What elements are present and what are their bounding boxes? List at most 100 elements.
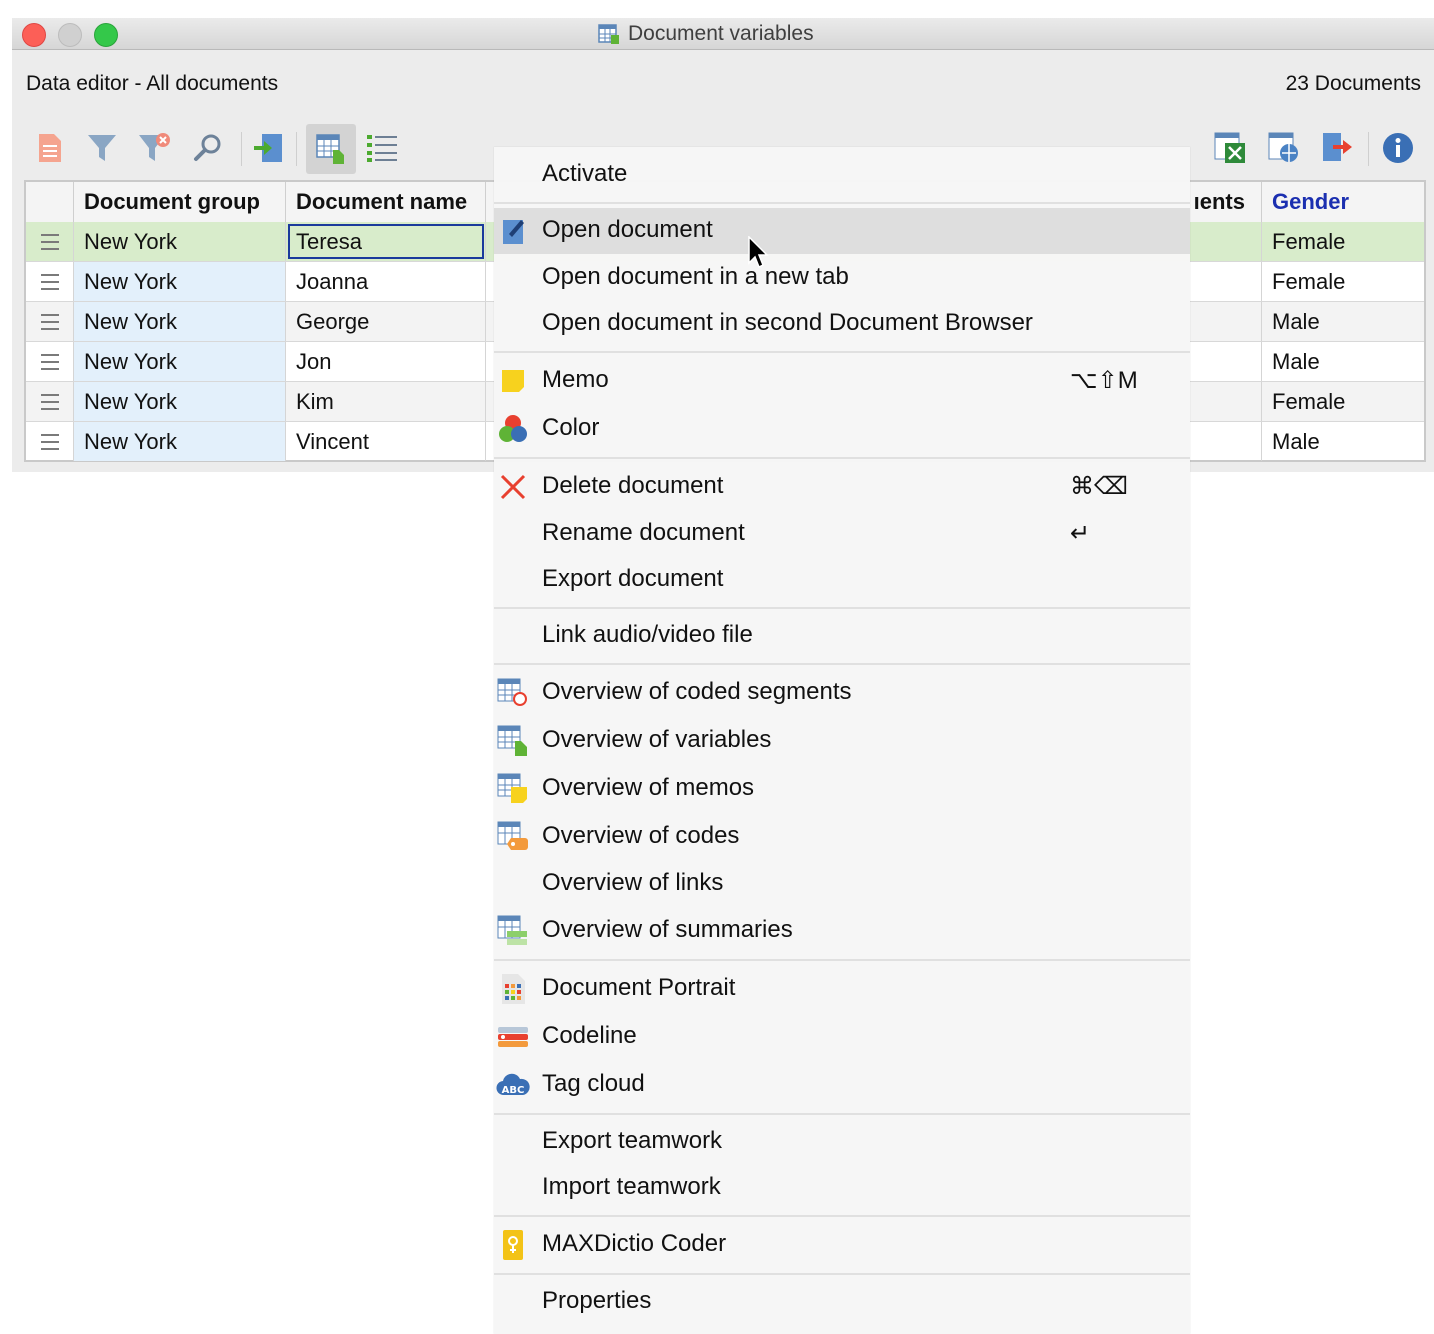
menu-item-overview-codes[interactable]: Overview of codes <box>494 814 1190 860</box>
drag-handle-icon[interactable] <box>26 262 74 301</box>
info-icon[interactable] <box>1380 130 1416 166</box>
drag-handle-icon[interactable] <box>26 302 74 341</box>
cell-document-group[interactable]: New York <box>74 262 286 301</box>
menu-label: Overview of coded segments <box>542 678 852 705</box>
cell-document-group[interactable]: New York <box>74 422 286 461</box>
menu-label: Import teamwork <box>542 1173 721 1200</box>
cell-gender[interactable]: Male <box>1262 302 1424 341</box>
menu-item-codeline[interactable]: Codeline <box>494 1014 1190 1060</box>
drag-handle-icon[interactable] <box>26 422 74 461</box>
export-html-icon[interactable] <box>1266 130 1302 166</box>
table-icon <box>598 24 619 44</box>
header-gender[interactable]: Gender <box>1262 182 1424 222</box>
menu-item-export-document[interactable]: Export document <box>494 557 1190 603</box>
cell-gender[interactable]: Female <box>1262 262 1424 301</box>
menu-item-document-portrait[interactable]: Document Portrait <box>494 966 1190 1012</box>
menu-item-overview-memos[interactable]: Overview of memos <box>494 766 1190 812</box>
export-excel-icon[interactable] <box>1212 130 1248 166</box>
variables-table-icon <box>496 724 530 758</box>
menu-item-overview-links[interactable]: Overview of links <box>494 861 1190 907</box>
menu-label: Color <box>542 414 600 441</box>
menu-item-overview-summaries[interactable]: Overview of summaries <box>494 908 1190 954</box>
cell-document-name[interactable]: Joanna <box>286 262 486 301</box>
minimize-window-button[interactable] <box>58 23 82 47</box>
menu-label: Activate <box>542 160 628 187</box>
menu-label: Open document in a new tab <box>542 263 849 290</box>
variables-view-icon[interactable] <box>306 124 356 174</box>
list-view-icon[interactable] <box>364 130 400 166</box>
menu-item-delete-document[interactable]: Delete document ⌘⌫ <box>494 464 1190 510</box>
menu-label: Export document <box>542 565 724 592</box>
menu-item-rename-document[interactable]: Rename document ↵ <box>494 511 1190 557</box>
new-document-icon[interactable] <box>32 130 68 166</box>
cell-gender[interactable]: Male <box>1262 342 1424 381</box>
menu-item-tag-cloud[interactable]: ABC Tag cloud <box>494 1062 1190 1108</box>
codes-table-icon <box>496 820 530 854</box>
clear-filter-icon[interactable] <box>136 130 172 166</box>
menu-item-open-document[interactable]: Open document <box>494 208 1190 254</box>
menu-item-color[interactable]: Color <box>494 406 1190 452</box>
menu-item-overview-variables[interactable]: Overview of variables <box>494 718 1190 764</box>
delete-icon <box>496 470 530 504</box>
menu-item-properties[interactable]: Properties <box>494 1279 1190 1325</box>
menu-label: Open document in second Document Browser <box>542 309 1033 336</box>
menu-item-activate[interactable]: Activate <box>494 152 1190 198</box>
codeline-icon <box>496 1020 530 1054</box>
menu-label: Open document <box>542 216 713 243</box>
menu-label: Overview of links <box>542 869 724 896</box>
header-document-name[interactable]: Document name <box>286 182 486 222</box>
import-icon[interactable] <box>250 130 286 166</box>
menu-label: Overview of summaries <box>542 916 793 943</box>
search-icon[interactable] <box>190 130 226 166</box>
menu-item-memo[interactable]: Memo ⌥⇧M <box>494 358 1190 404</box>
menu-label: Overview of memos <box>542 774 755 801</box>
cell-gender[interactable]: Female <box>1262 382 1424 421</box>
menu-label: Export teamwork <box>542 1127 723 1154</box>
cell-document-name[interactable]: Vincent <box>286 422 486 461</box>
cell-document-name[interactable]: Jon <box>286 342 486 381</box>
menu-label: Rename document <box>542 519 745 546</box>
menu-item-link-av[interactable]: Link audio/video file <box>494 613 1190 659</box>
cell-document-group[interactable]: New York <box>74 222 286 261</box>
menu-item-open-second-browser[interactable]: Open document in second Document Browser <box>494 301 1190 347</box>
cell-gender[interactable]: Male <box>1262 422 1424 461</box>
drag-handle-icon[interactable] <box>26 382 74 421</box>
open-document-icon <box>496 214 530 248</box>
window-title: Document variables <box>598 22 814 46</box>
filter-icon[interactable] <box>84 130 120 166</box>
close-window-button[interactable] <box>22 23 46 47</box>
export-icon[interactable] <box>1320 130 1356 166</box>
drag-handle-icon[interactable] <box>26 342 74 381</box>
menu-item-overview-coded-segments[interactable]: Overview of coded segments <box>494 670 1190 716</box>
delete-shortcut: ⌘⌫ <box>1070 473 1128 500</box>
header-handle <box>26 182 74 222</box>
menu-label: Document Portrait <box>542 974 736 1001</box>
cell-gender[interactable]: Female <box>1262 222 1424 261</box>
menu-label: Link audio/video file <box>542 621 753 648</box>
cell-document-group[interactable]: New York <box>74 342 286 381</box>
summaries-table-icon <box>496 914 530 948</box>
drag-handle-icon[interactable] <box>26 222 74 261</box>
menu-item-import-teamwork[interactable]: Import teamwork <box>494 1165 1190 1211</box>
svg-text:ABC: ABC <box>502 1085 525 1096</box>
menu-item-export-teamwork[interactable]: Export teamwork <box>494 1119 1190 1165</box>
maxdictio-icon <box>496 1228 530 1262</box>
zoom-window-button[interactable] <box>94 23 118 47</box>
document-portrait-icon <box>496 972 530 1006</box>
menu-item-maxdictio[interactable]: MAXDictio Coder <box>494 1222 1190 1268</box>
cell-document-name[interactable]: Kim <box>286 382 486 421</box>
context-menu: Activate Open document Open document in … <box>494 147 1190 1334</box>
cell-document-group[interactable]: New York <box>74 302 286 341</box>
color-icon <box>496 412 530 446</box>
mouse-pointer-icon <box>748 236 769 269</box>
cell-document-group[interactable]: New York <box>74 382 286 421</box>
menu-label: Delete document <box>542 472 724 499</box>
header-document-group[interactable]: Document group <box>74 182 286 222</box>
menu-label: Tag cloud <box>542 1070 645 1097</box>
memo-icon <box>496 364 530 398</box>
cell-document-name[interactable]: George <box>286 302 486 341</box>
menu-label: Properties <box>542 1287 652 1314</box>
menu-item-open-new-tab[interactable]: Open document in a new tab <box>494 255 1190 301</box>
cell-document-name[interactable]: Teresa <box>286 222 486 261</box>
tag-cloud-icon: ABC <box>496 1068 530 1102</box>
